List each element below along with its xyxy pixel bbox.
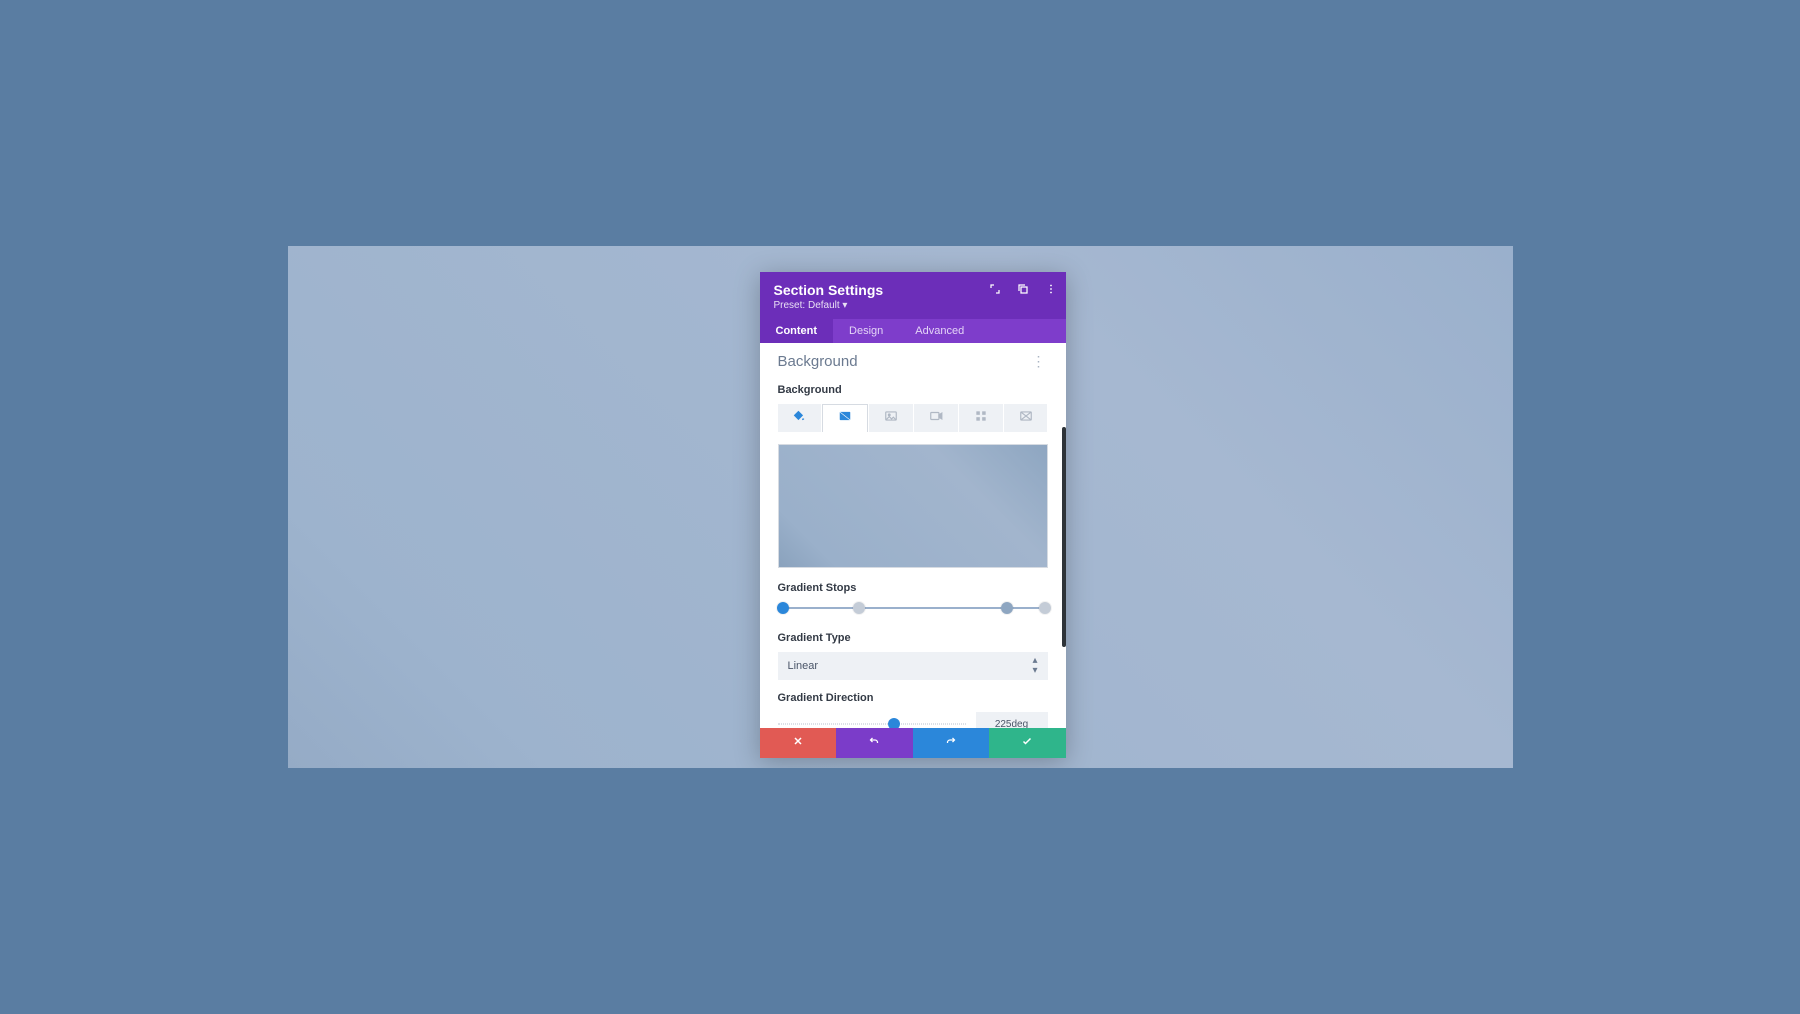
gradient-type-value: Linear — [788, 660, 819, 672]
bg-tab-video[interactable] — [914, 404, 958, 432]
content-inner: Background ⋮ Background — [760, 343, 1066, 728]
gradient-stops-label: Gradient Stops — [778, 582, 1048, 594]
preset-prefix: Preset: — [774, 300, 808, 311]
scrollbar[interactable] — [1062, 427, 1066, 647]
expand-icon[interactable] — [988, 282, 1002, 296]
section-menu-icon[interactable]: ⋮ — [1030, 353, 1048, 370]
select-caret-icon: ▴▾ — [1032, 656, 1037, 676]
gradient-preview[interactable] — [778, 444, 1048, 568]
video-icon — [929, 409, 943, 428]
modal-preset[interactable]: Preset: Default ▾ — [774, 300, 1052, 311]
modal-content: Background ⋮ Background — [760, 343, 1066, 728]
gradient-direction-row: 225deg — [778, 712, 1048, 728]
gradient-stops-track[interactable] — [778, 602, 1048, 614]
redo-button[interactable] — [913, 728, 990, 758]
gradient-stop-2[interactable] — [853, 602, 865, 614]
tab-design[interactable]: Design — [833, 319, 899, 343]
preset-value: Default ▾ — [808, 300, 847, 311]
tab-content[interactable]: Content — [760, 319, 834, 343]
gradient-type-select[interactable]: Linear ▴▾ — [778, 652, 1048, 680]
paint-bucket-icon — [792, 409, 806, 428]
page-canvas: Section Settings Preset: Default ▾ Conte… — [288, 246, 1513, 768]
section-title: Background — [778, 353, 858, 370]
bg-tab-image[interactable] — [869, 404, 913, 432]
modal-header: Section Settings Preset: Default ▾ — [760, 272, 1066, 319]
header-actions — [988, 282, 1058, 296]
gradient-type-label: Gradient Type — [778, 632, 1048, 644]
gradient-direction-label: Gradient Direction — [778, 692, 1048, 704]
more-icon[interactable] — [1044, 282, 1058, 296]
undo-icon — [868, 734, 880, 752]
gradient-direction-slider[interactable] — [778, 718, 966, 728]
close-icon — [792, 734, 804, 752]
tab-advanced[interactable]: Advanced — [899, 319, 980, 343]
direction-slider-handle[interactable] — [888, 718, 900, 728]
gradient-stop-4[interactable] — [1039, 602, 1051, 614]
bg-tab-mask[interactable] — [1004, 404, 1048, 432]
save-button[interactable] — [989, 728, 1066, 758]
mask-icon — [1019, 409, 1033, 428]
section-settings-modal: Section Settings Preset: Default ▾ Conte… — [760, 272, 1066, 758]
bg-tab-pattern[interactable] — [959, 404, 1003, 432]
duplicate-icon[interactable] — [1016, 282, 1030, 296]
gradient-stop-1[interactable] — [777, 602, 789, 614]
gradient-icon — [838, 409, 852, 428]
section-row: Background ⋮ — [778, 343, 1048, 378]
main-tabs: Content Design Advanced — [760, 319, 1066, 343]
pattern-icon — [974, 409, 988, 428]
cancel-button[interactable] — [760, 728, 837, 758]
image-icon — [884, 409, 898, 428]
direction-slider-line — [778, 724, 966, 725]
modal-footer — [760, 728, 1066, 758]
check-icon — [1021, 734, 1033, 752]
gradient-stop-3[interactable] — [1001, 602, 1013, 614]
undo-button[interactable] — [836, 728, 913, 758]
gradient-direction-value[interactable]: 225deg — [976, 712, 1048, 728]
redo-icon — [945, 734, 957, 752]
background-type-tabs — [778, 404, 1048, 432]
background-label: Background — [778, 384, 1048, 396]
bg-tab-color[interactable] — [778, 404, 822, 432]
bg-tab-gradient[interactable] — [822, 404, 868, 432]
